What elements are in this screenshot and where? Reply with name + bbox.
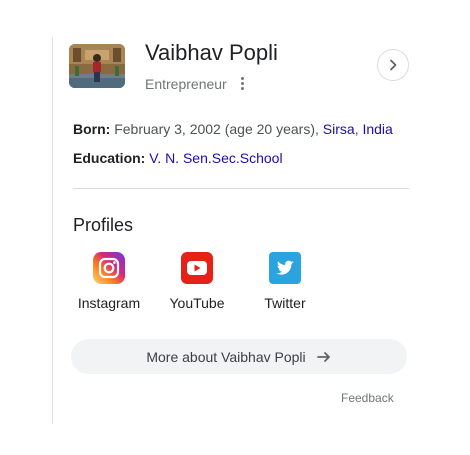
profile-instagram[interactable]: Instagram (71, 252, 147, 311)
profile-twitter[interactable]: Twitter (247, 252, 323, 311)
education-fact: Education: V. N. Sen.Sec.School (73, 150, 283, 166)
entity-subtitle: Entrepreneur (145, 76, 227, 92)
profile-label: YouTube (169, 295, 225, 311)
feedback-link[interactable]: Feedback (341, 391, 394, 405)
born-separator: , (354, 121, 359, 137)
instagram-icon (93, 252, 125, 284)
knowledge-panel: Vaibhav Popli Entrepreneur Born: Februar… (0, 0, 470, 455)
entity-title: Vaibhav Popli (145, 40, 278, 65)
profile-thumbnail[interactable] (69, 44, 125, 88)
more-about-label: More about Vaibhav Popli (146, 348, 306, 365)
arrow-right-icon (316, 351, 330, 362)
profile-label: Twitter (264, 295, 306, 311)
education-label: Education: (73, 150, 146, 166)
profile-youtube[interactable]: YouTube (159, 252, 235, 311)
more-vert-icon[interactable] (236, 75, 248, 91)
panel-left-border (52, 37, 53, 424)
section-divider (73, 188, 409, 189)
education-link[interactable]: V. N. Sen.Sec.School (149, 150, 282, 166)
chevron-right-icon (390, 59, 397, 71)
twitter-icon (269, 252, 301, 284)
profile-label: Instagram (77, 295, 141, 311)
expand-button[interactable] (377, 49, 409, 81)
born-fact: Born: February 3, 2002 (age 20 years), S… (73, 121, 393, 137)
more-about-button[interactable]: More about Vaibhav Popli (71, 339, 407, 374)
profiles-heading: Profiles (73, 215, 134, 235)
born-country-link[interactable]: India (362, 121, 392, 137)
born-text: February 3, 2002 (age 20 years), (114, 121, 319, 137)
youtube-icon (181, 252, 213, 284)
born-city-link[interactable]: Sirsa (323, 121, 355, 137)
born-label: Born: (73, 121, 111, 137)
